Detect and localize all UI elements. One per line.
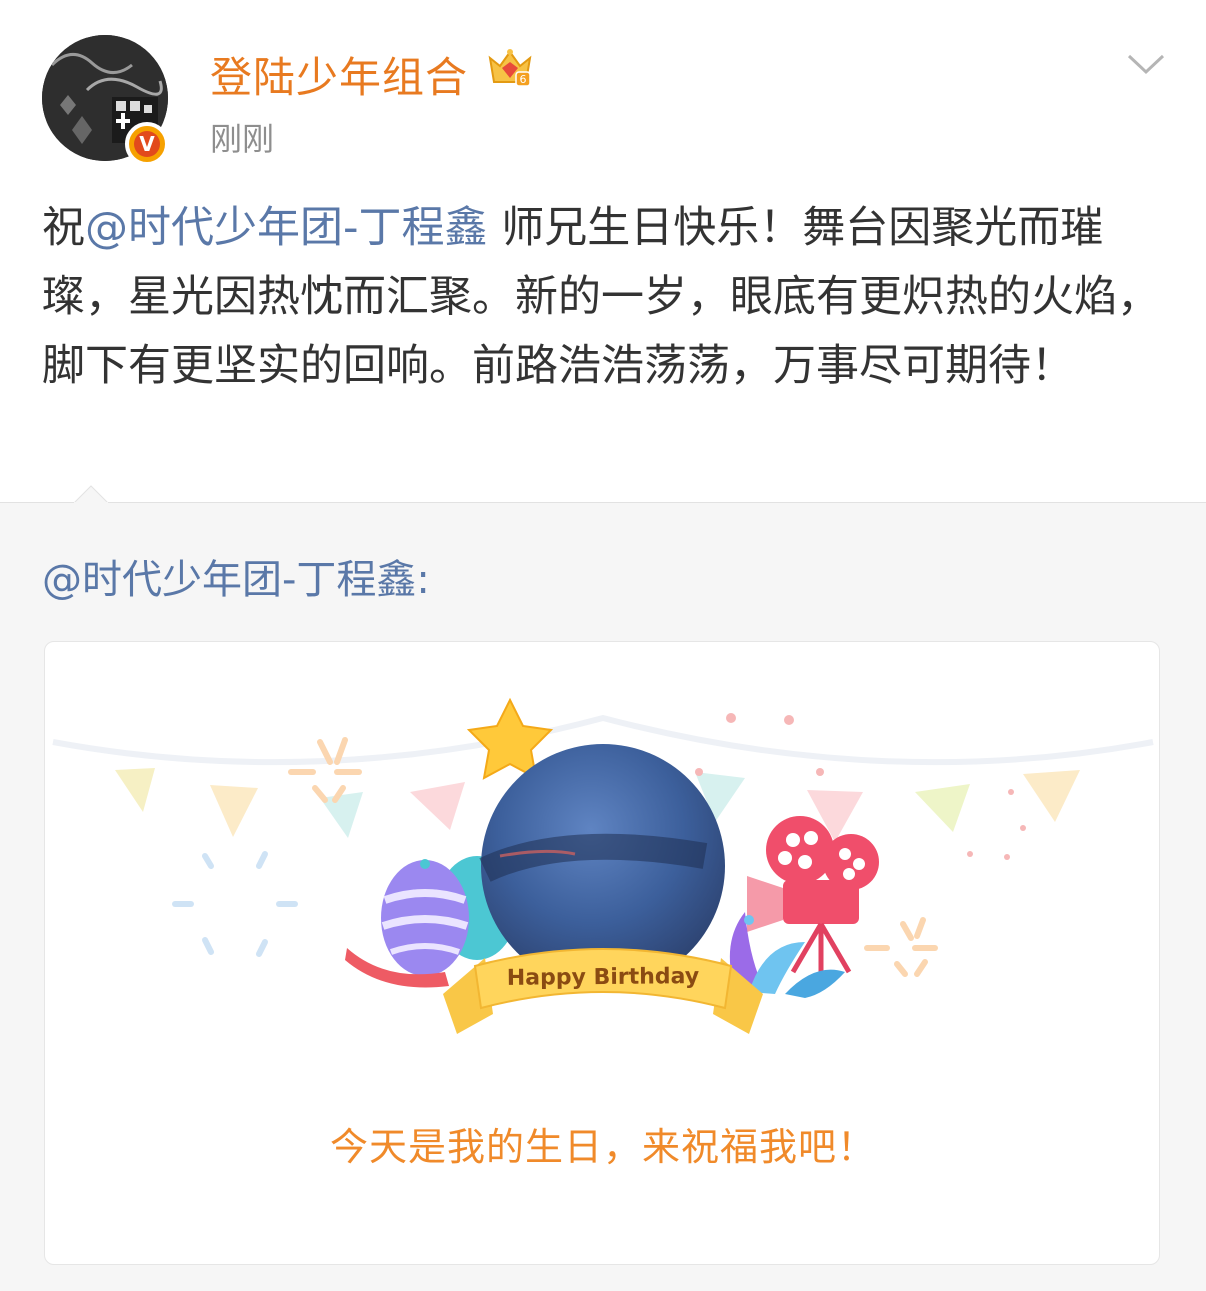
verified-v-icon: V [125, 122, 169, 166]
post-header: V 登陆少年组合 6 刚刚 [0, 0, 1206, 175]
post-text-prefix: 祝 [42, 203, 85, 253]
timestamp: 刚刚 [210, 120, 275, 158]
birthday-card[interactable]: Happy Birthday 今天是我的生日，来祝福我吧！ [44, 641, 1160, 1265]
post-text: 祝@时代少年团-丁程鑫 师兄生日快乐！舞台因聚光而璀璨，星光因热忱而汇聚。新的一… [42, 194, 1162, 401]
birthday-illustration: Happy Birthday [52, 697, 1154, 1034]
svg-text:6: 6 [520, 73, 527, 86]
repost-section[interactable]: @时代少年团-丁程鑫: Happy Birthday 今天是我的生日，来祝福我吧… [0, 485, 1206, 1291]
film-camera-icon [747, 816, 879, 976]
crown-badge-icon[interactable]: 6 [486, 44, 534, 92]
chevron-down-icon[interactable] [1126, 52, 1166, 76]
banner-text: Happy Birthday [507, 964, 700, 991]
sparkle-left [288, 737, 362, 803]
card-caption: 今天是我的生日，来祝福我吧！ [329, 1125, 876, 1169]
repost-pointer [72, 485, 110, 504]
username[interactable]: 登陆少年组合 [210, 44, 468, 105]
repost-author[interactable]: @时代少年团-丁程鑫: [42, 547, 430, 605]
mention-link[interactable]: @时代少年团-丁程鑫 [85, 203, 488, 253]
